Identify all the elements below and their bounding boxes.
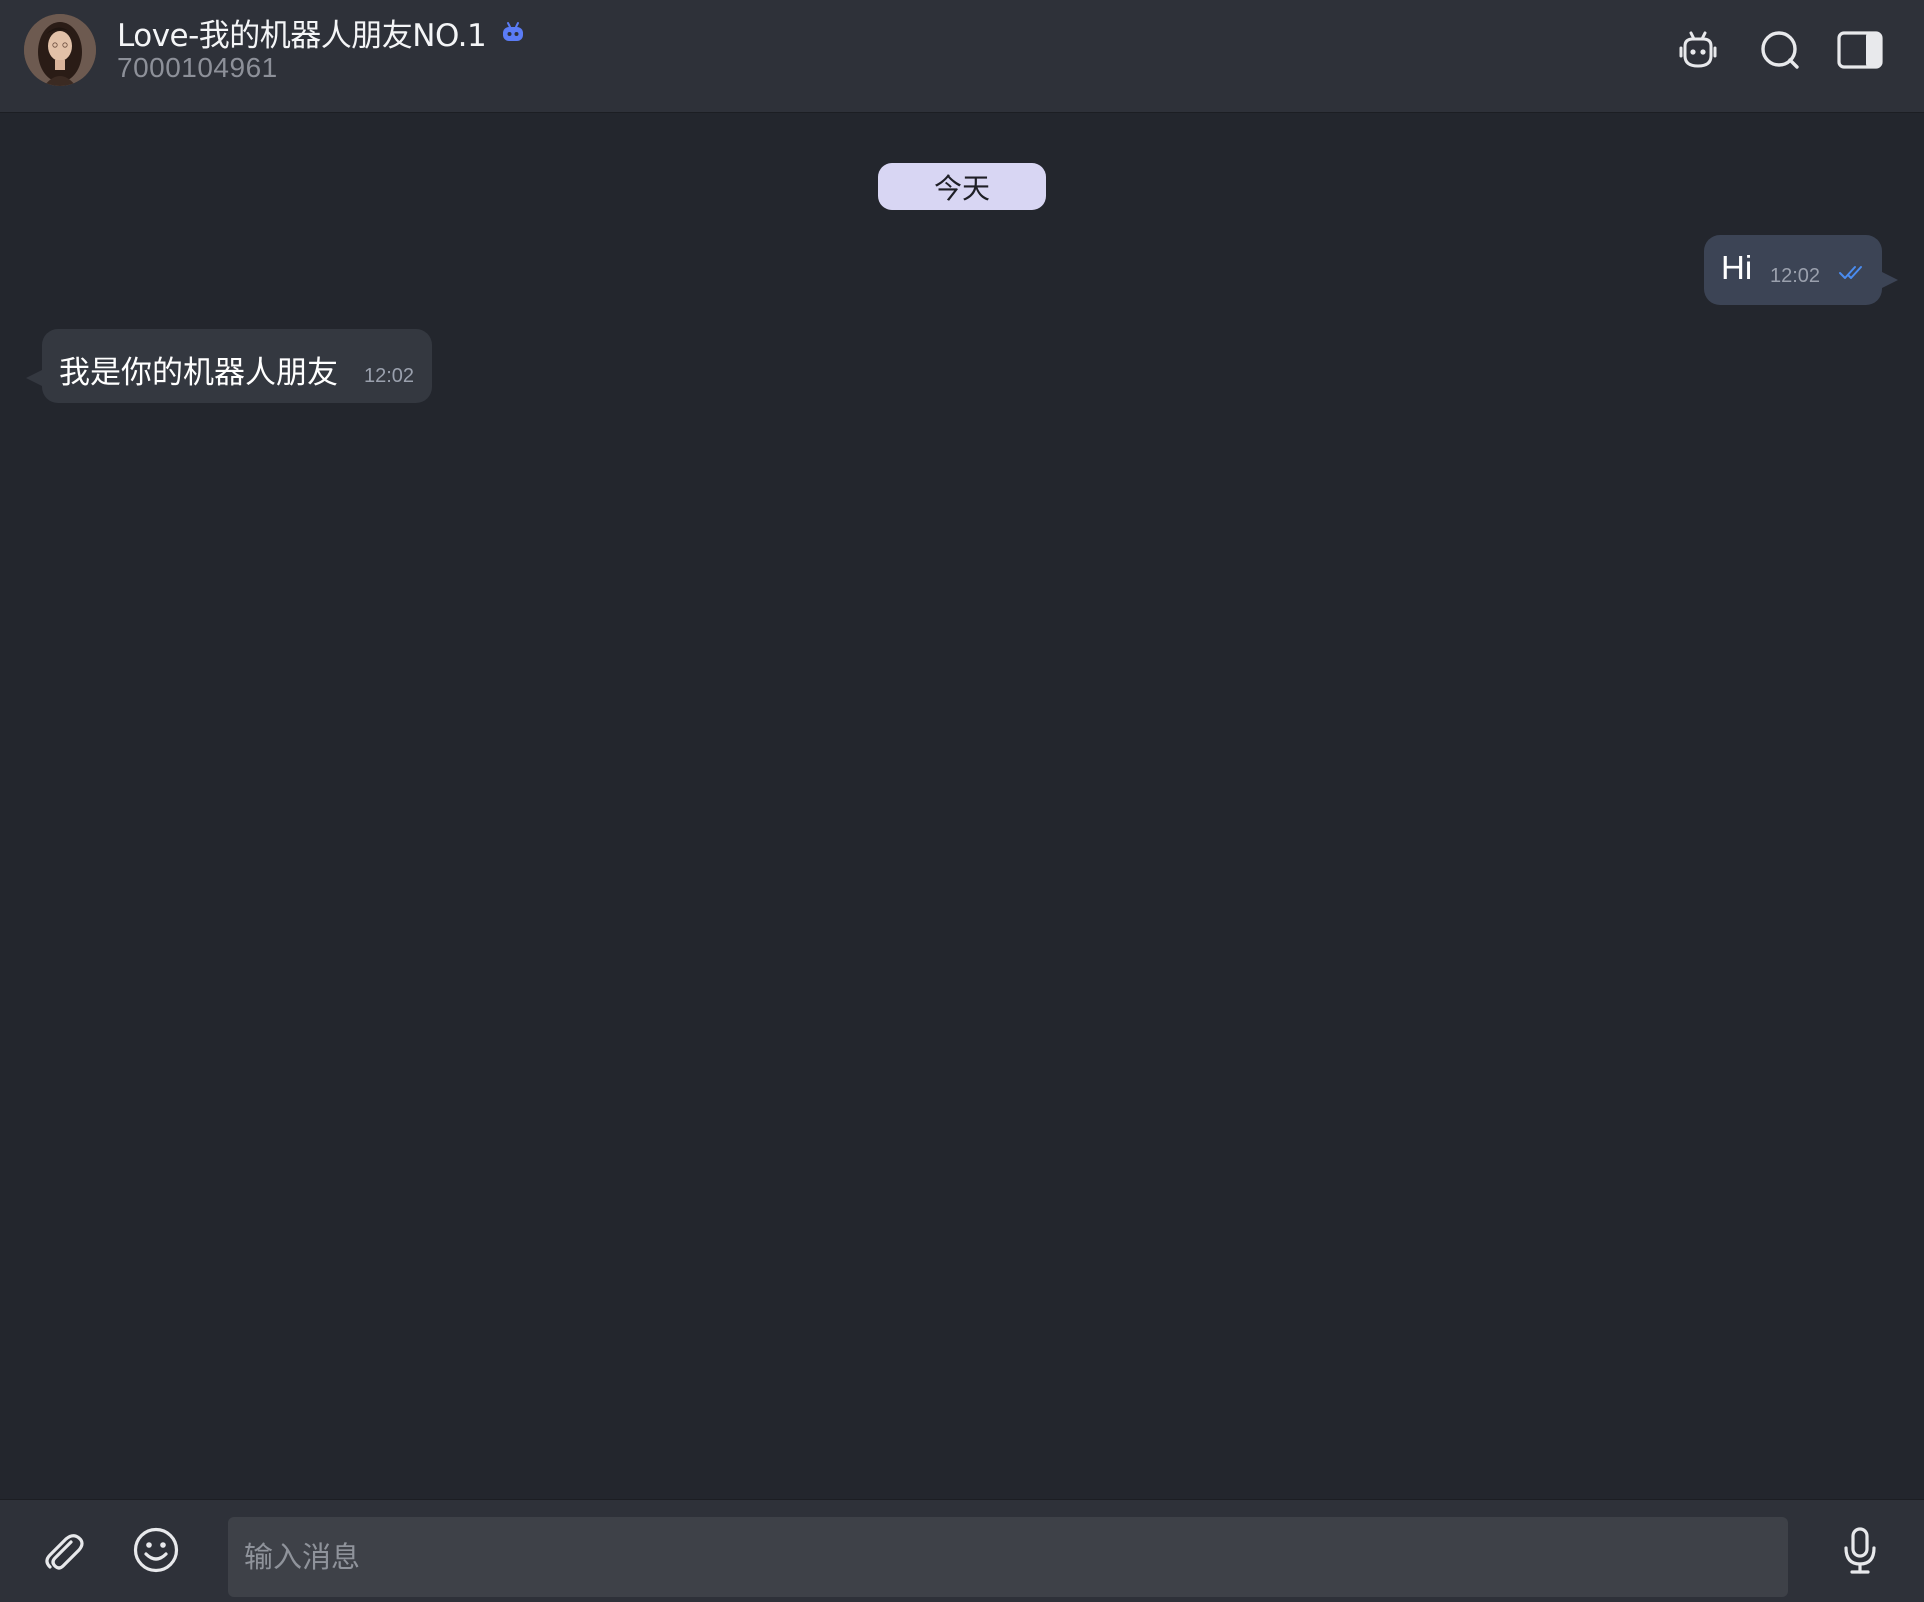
- avatar[interactable]: [24, 14, 96, 86]
- message-text: Hi: [1721, 249, 1753, 286]
- message-time: 12:02: [364, 365, 415, 387]
- bot-menu-button[interactable]: [1674, 26, 1722, 74]
- outgoing-message[interactable]: Hi 12:02: [1704, 235, 1898, 305]
- toggle-sidebar-button[interactable]: [1836, 26, 1884, 74]
- message-list[interactable]: 今天 Hi 12:02 我是你的机器人朋友 12:02: [0, 113, 1924, 1499]
- bot-icon: [1679, 31, 1717, 68]
- chat-subtitle: 7000104961: [117, 52, 278, 83]
- search-button[interactable]: [1756, 26, 1804, 74]
- chat-title-row: Love-我的机器人朋友NO.1: [117, 12, 526, 54]
- read-checkmarks-icon: [1839, 266, 1862, 279]
- emoji-button[interactable]: [128, 1522, 184, 1578]
- sidebar-panel-icon: [1837, 31, 1883, 69]
- composer-bar: [0, 1499, 1924, 1602]
- message-time: 12:02: [1770, 265, 1821, 287]
- message-input[interactable]: [228, 1517, 1788, 1597]
- incoming-message[interactable]: 我是你的机器人朋友 12:02: [26, 329, 432, 403]
- microphone-button[interactable]: [1832, 1523, 1888, 1579]
- avatar-photo: [24, 14, 96, 86]
- paperclip-icon: [45, 1534, 84, 1570]
- chat-header: Love-我的机器人朋友NO.1 7000104961: [0, 0, 1924, 113]
- bubble-tail: [1880, 271, 1898, 289]
- chat-title: Love-我的机器人朋友NO.1: [117, 17, 487, 54]
- bubble-tail: [26, 369, 44, 387]
- emoji-icon: [133, 1527, 179, 1573]
- message-text: 我是你的机器人朋友: [59, 355, 338, 391]
- search-icon: [1761, 31, 1799, 69]
- date-divider: 今天: [878, 163, 1046, 210]
- attach-button[interactable]: [36, 1523, 92, 1579]
- chat-window: Love-我的机器人朋友NO.1 7000104961 今天 Hi 12:02 …: [0, 0, 1924, 1602]
- microphone-icon: [1844, 1527, 1876, 1574]
- bot-icon: [500, 21, 526, 43]
